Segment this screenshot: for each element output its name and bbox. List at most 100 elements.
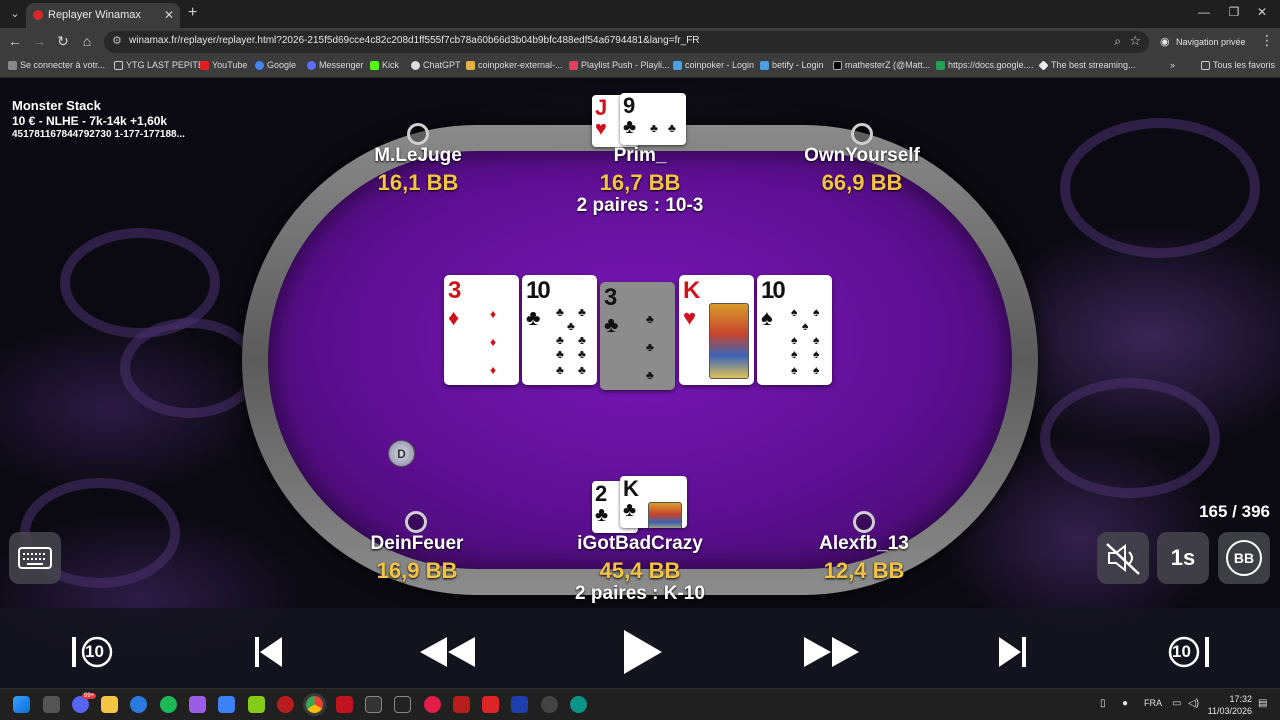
bookmark-item[interactable]: coinpoker - Login xyxy=(673,60,754,70)
player-name[interactable]: Prim_ xyxy=(550,145,730,167)
bookmark-item[interactable]: betify - Login xyxy=(760,60,824,70)
discord-badge: 99+ xyxy=(82,693,97,699)
coinpoker-icon xyxy=(673,61,682,70)
next-action-button[interactable] xyxy=(997,632,1029,672)
bookmark-item[interactable]: Se connecter à votr... xyxy=(8,60,105,70)
system-clock[interactable]: 17:32 11/03/2026 xyxy=(1208,693,1252,717)
rewind-button[interactable] xyxy=(418,632,476,672)
mute-button[interactable] xyxy=(1097,532,1149,584)
bookmark-item[interactable]: Messenger xyxy=(307,60,364,70)
app-icon[interactable] xyxy=(394,696,411,713)
fast-forward-button[interactable] xyxy=(803,632,861,672)
player-stack: 16,1 BB xyxy=(377,170,459,195)
bookmark-item[interactable]: Google xyxy=(255,60,296,70)
card-rank: 10 xyxy=(526,277,551,304)
replayer-area: Monster Stack 10 € - NLHE - 7k-14k +1,60… xyxy=(0,78,1280,688)
language-indicator[interactable]: FRA xyxy=(1144,698,1162,708)
browser-menu-icon[interactable]: ⋮ xyxy=(1260,32,1274,49)
bookmark-item[interactable]: https://docs.google.... xyxy=(936,60,1034,70)
tab-close-icon[interactable]: ✕ xyxy=(164,3,174,27)
url-text[interactable]: winamax.fr/replayer/replayer.html?2026-2… xyxy=(129,35,700,46)
king-face-icon xyxy=(648,502,682,528)
tournament-info: Monster Stack 10 € - NLHE - 7k-14k +1,60… xyxy=(12,98,185,140)
hole-card: 9 ♣ ♣ ♣ xyxy=(620,93,686,145)
app-icon[interactable] xyxy=(511,696,528,713)
window-close-icon[interactable]: ✕ xyxy=(1248,5,1276,19)
home-icon[interactable]: ⌂ xyxy=(78,33,96,49)
chrome-icon[interactable] xyxy=(306,696,323,713)
folder-icon xyxy=(1201,61,1210,70)
app-icon[interactable] xyxy=(277,696,294,713)
bookmark-item[interactable]: YTG LAST PEPITE xyxy=(114,60,204,70)
speed-button[interactable]: 1s xyxy=(1157,532,1209,584)
player-name[interactable]: M.LeJuge xyxy=(328,145,508,167)
site-info-icon[interactable]: ⚙ xyxy=(112,34,122,47)
seat-indicator xyxy=(851,123,873,145)
player-name[interactable]: OwnYourself xyxy=(772,145,952,167)
bookmark-star-icon[interactable]: ☆ xyxy=(1129,33,1141,49)
app-icon[interactable] xyxy=(541,696,558,713)
back-icon[interactable]: ← xyxy=(6,33,24,49)
card-rank: K xyxy=(683,277,700,304)
battery-icon[interactable]: ▯ xyxy=(1100,698,1106,709)
keyboard-button[interactable] xyxy=(9,532,61,584)
tournament-structure: 10 € - NLHE - 7k-14k +1,60k xyxy=(12,114,168,128)
spotify-icon[interactable] xyxy=(160,696,177,713)
network-icon[interactable]: ▭ xyxy=(1172,698,1181,709)
bookmark-item[interactable]: coinpoker-external-... xyxy=(466,60,563,70)
bookmark-item[interactable]: Kick xyxy=(370,60,399,70)
task-view-icon[interactable] xyxy=(43,696,60,713)
bookmark-icon xyxy=(8,61,17,70)
pokerstars-icon[interactable] xyxy=(336,696,353,713)
bb-toggle-button[interactable]: BB xyxy=(1218,532,1270,584)
app-icon[interactable] xyxy=(189,696,206,713)
board-card: K ♥ xyxy=(679,275,754,385)
card-rank: 10 xyxy=(761,277,786,304)
player-name[interactable]: DeinFeuer xyxy=(327,533,507,555)
google-sheets-icon xyxy=(936,61,945,70)
app-icon[interactable] xyxy=(424,696,441,713)
all-bookmarks-folder[interactable]: Tous les favoris xyxy=(1201,60,1275,70)
skip-forward-10-button[interactable]: 10 xyxy=(1163,632,1211,672)
winamax-icon[interactable] xyxy=(453,696,470,713)
volume-icon[interactable]: ◁) xyxy=(1188,698,1199,709)
previous-action-button[interactable] xyxy=(252,632,284,672)
microphone-icon[interactable]: ● xyxy=(1122,698,1128,709)
card-suit: ♣ xyxy=(526,305,541,330)
player-stack: 16,9 BB xyxy=(376,558,458,583)
start-icon[interactable] xyxy=(13,696,30,713)
reload-icon[interactable]: ↻ xyxy=(54,33,72,50)
card-suit: ♠ xyxy=(761,305,773,330)
hole-card: K ♣ xyxy=(620,476,687,528)
more-bookmarks-icon[interactable]: » xyxy=(1170,60,1175,70)
bookmark-item[interactable]: Playlist Push - Playli... xyxy=(569,60,670,70)
skip-back-10-button[interactable]: 10 xyxy=(70,632,118,672)
app-icon[interactable] xyxy=(570,696,587,713)
restore-icon[interactable]: ❐ xyxy=(1220,5,1248,19)
forward-icon[interactable]: → xyxy=(30,33,48,49)
file-explorer-icon[interactable] xyxy=(101,696,118,713)
app-icon[interactable] xyxy=(365,696,382,713)
player-name[interactable]: iGotBadCrazy xyxy=(550,533,730,555)
minimize-icon[interactable]: — xyxy=(1190,5,1218,19)
pokerstars-icon[interactable] xyxy=(482,696,499,713)
bookmark-item[interactable]: ChatGPT xyxy=(411,60,461,70)
bookmark-item[interactable]: mathesterZ (@Matt... xyxy=(833,60,930,70)
google-icon xyxy=(255,61,264,70)
bookmark-item[interactable]: YouTube xyxy=(200,60,247,70)
king-face-icon xyxy=(709,303,749,379)
player-name[interactable]: Alexfb_13 xyxy=(774,533,954,555)
browser-app-icon[interactable] xyxy=(130,696,147,713)
app-icon[interactable] xyxy=(218,696,235,713)
zoom-icon[interactable]: ⌕ xyxy=(1114,34,1121,49)
private-browsing-indicator[interactable]: ◉ Navigation privée xyxy=(1158,33,1246,51)
address-bar[interactable]: ⚙ winamax.fr/replayer/replayer.html?2026… xyxy=(104,31,1149,53)
notifications-icon[interactable]: ▤ xyxy=(1258,698,1267,709)
play-button[interactable] xyxy=(622,628,664,676)
bookmark-item[interactable]: The best streaming... xyxy=(1038,60,1136,71)
app-icon[interactable] xyxy=(248,696,265,713)
new-tab-icon[interactable]: + xyxy=(188,4,197,22)
tab-search-icon[interactable]: ⌄ xyxy=(6,5,24,23)
board-card: 10 ♣ ♣ ♣ ♣ ♣ ♣ ♣ ♣ ♣ ♣ xyxy=(522,275,597,385)
browser-tab[interactable]: Replayer Winamax ✕ xyxy=(26,3,180,28)
